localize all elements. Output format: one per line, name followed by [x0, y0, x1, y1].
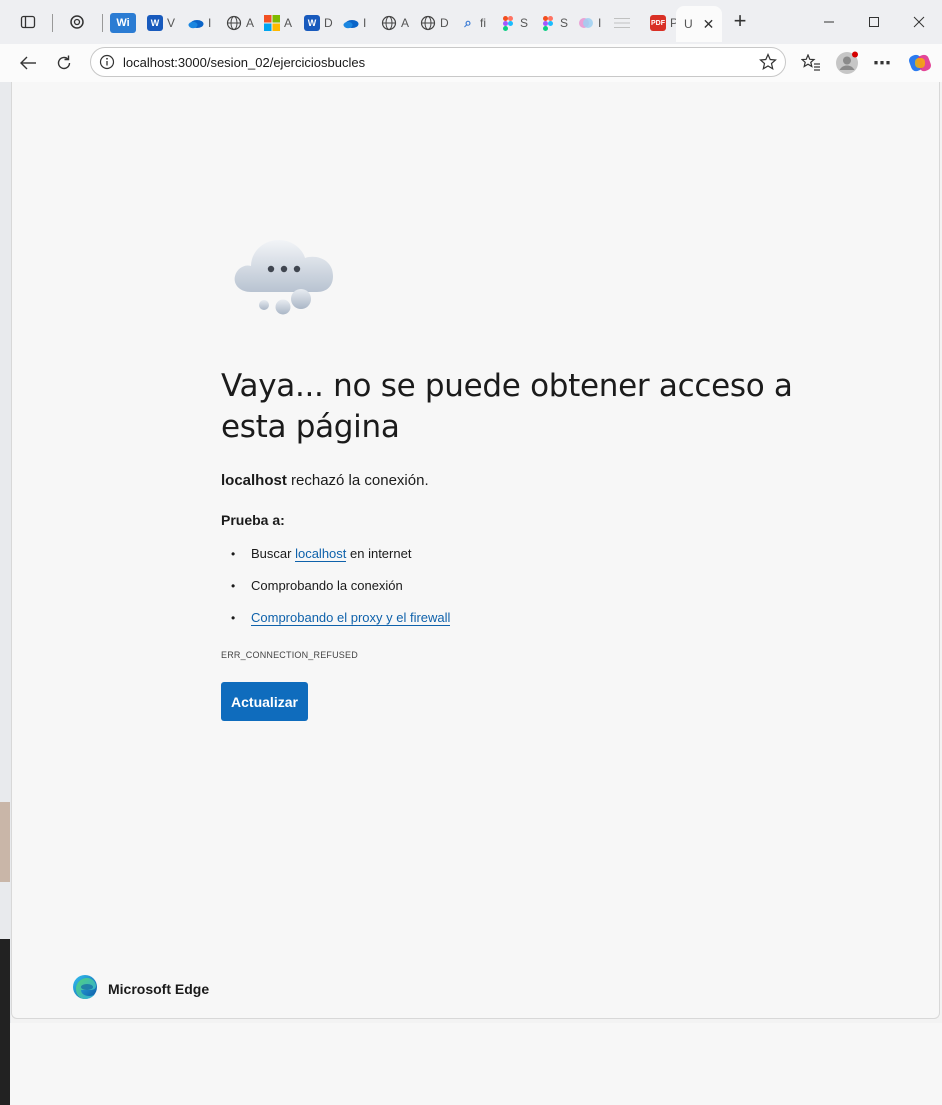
try-label: Prueba a: — [221, 512, 285, 528]
back-icon[interactable] — [16, 51, 40, 75]
brand-name: Microsoft Edge — [108, 980, 210, 997]
copilot-icon — [578, 15, 594, 31]
tab-label: Wi — [110, 13, 136, 33]
suggestion-text: Buscar — [251, 546, 296, 561]
tab-14[interactable]: PDF P — [650, 8, 678, 38]
figma-icon — [540, 15, 556, 31]
tab-label: A — [246, 16, 255, 30]
search-icon: ⌕ — [464, 15, 472, 30]
more-options-icon[interactable]: ⋯ — [870, 51, 894, 75]
tab-label: I — [208, 16, 212, 30]
tab-6[interactable]: W D — [304, 8, 333, 38]
tab-menu[interactable] — [614, 8, 630, 38]
tab-12[interactable]: S — [540, 8, 568, 38]
tab-10[interactable]: ⌕ fi — [460, 8, 486, 38]
refresh-button[interactable]: Actualizar — [221, 682, 308, 721]
site-info-icon[interactable] — [99, 54, 115, 70]
tab-separator — [102, 14, 103, 32]
suggestion-list: Buscar localhost en internet Comprobando… — [221, 538, 451, 634]
tab-label: A — [284, 16, 293, 30]
tab-label: V — [167, 16, 176, 30]
tab-active[interactable]: U ✕ — [676, 6, 723, 42]
copilot-icon[interactable] — [908, 51, 932, 75]
cloud-error-icon — [233, 236, 339, 323]
openai-icon[interactable] — [67, 12, 87, 32]
browser-window: Wi W V I A A W D I A D ⌕ fi S S I PDF P … — [0, 0, 942, 1105]
pdf-icon: PDF — [650, 15, 666, 31]
minimize-icon[interactable] — [819, 12, 839, 32]
tab-strip: Wi W V I A A W D I A D ⌕ fi S S I PDF P … — [0, 0, 942, 44]
tab-5[interactable]: A — [264, 8, 292, 38]
tab-label: U — [684, 17, 693, 31]
menu-icon — [614, 15, 630, 31]
word-icon: W — [147, 15, 163, 31]
tab-13[interactable]: I — [578, 8, 601, 38]
profile-avatar[interactable] — [835, 51, 859, 75]
tab-label: A — [401, 16, 410, 30]
refresh-icon[interactable] — [52, 51, 76, 75]
globe-icon — [420, 15, 436, 31]
tab-4[interactable]: A — [226, 8, 254, 38]
microsoft-icon — [264, 15, 280, 31]
tab-11[interactable]: S — [500, 8, 528, 38]
page-content — [11, 82, 940, 1019]
new-tab-icon[interactable]: + — [730, 8, 750, 33]
suggestion-text: Comprobando la conexión — [251, 578, 403, 593]
refused-message: localhost rechazó la conexión. — [221, 472, 429, 489]
proxy-firewall-link[interactable]: Comprobando el proxy y el firewall — [251, 610, 451, 626]
add-favorite-icon[interactable] — [759, 53, 777, 71]
background-window-strip — [0, 82, 11, 1105]
tab-label: D — [440, 16, 449, 30]
favorites-icon[interactable] — [799, 51, 823, 75]
tab-label: S — [560, 16, 569, 30]
tab-8[interactable]: A — [381, 8, 409, 38]
list-item: Comprobando la conexión — [221, 570, 450, 602]
figma-icon — [500, 15, 516, 31]
error-title: Vaya... no se puede obtener acceso a est… — [221, 368, 793, 445]
edge-branding: Microsoft Edge — [72, 974, 209, 1003]
tab-9[interactable]: D — [420, 8, 449, 38]
tab-separator — [52, 14, 53, 32]
tab-label: fi — [480, 16, 486, 30]
list-item: Buscar localhost en internet — [221, 538, 450, 570]
onedrive-icon — [343, 15, 359, 31]
close-window-icon[interactable] — [909, 12, 929, 32]
tab-3[interactable]: I — [188, 8, 211, 38]
sidebar-toggle-icon[interactable] — [18, 12, 38, 32]
suggestion-text: en internet — [346, 546, 412, 561]
tab-7[interactable]: I — [343, 8, 366, 38]
address-bar[interactable]: localhost:3000/sesion_02/ejerciciosbucle… — [90, 47, 786, 77]
globe-icon — [381, 15, 397, 31]
tab-1[interactable]: Wi — [110, 8, 136, 38]
host-name: localhost — [221, 472, 287, 489]
error-code: ERR_CONNECTION_REFUSED — [221, 650, 358, 660]
tab-label: S — [520, 16, 529, 30]
refused-text: rechazó la conexión. — [286, 472, 429, 489]
list-item: Comprobando el proxy y el firewall — [221, 602, 451, 634]
search-localhost-link[interactable]: localhost — [295, 546, 347, 562]
word-icon: W — [304, 15, 320, 31]
onedrive-icon — [188, 15, 204, 31]
maximize-icon[interactable] — [864, 12, 884, 32]
url-text[interactable]: localhost:3000/sesion_02/ejerciciosbucle… — [123, 55, 365, 70]
tab-2[interactable]: W V — [147, 8, 175, 38]
tab-label: D — [324, 16, 333, 30]
tab-label: I — [598, 16, 602, 30]
tab-label: I — [363, 16, 367, 30]
globe-icon — [226, 15, 242, 31]
close-tab-icon[interactable]: ✕ — [703, 16, 715, 33]
edge-logo-icon — [72, 974, 98, 1003]
